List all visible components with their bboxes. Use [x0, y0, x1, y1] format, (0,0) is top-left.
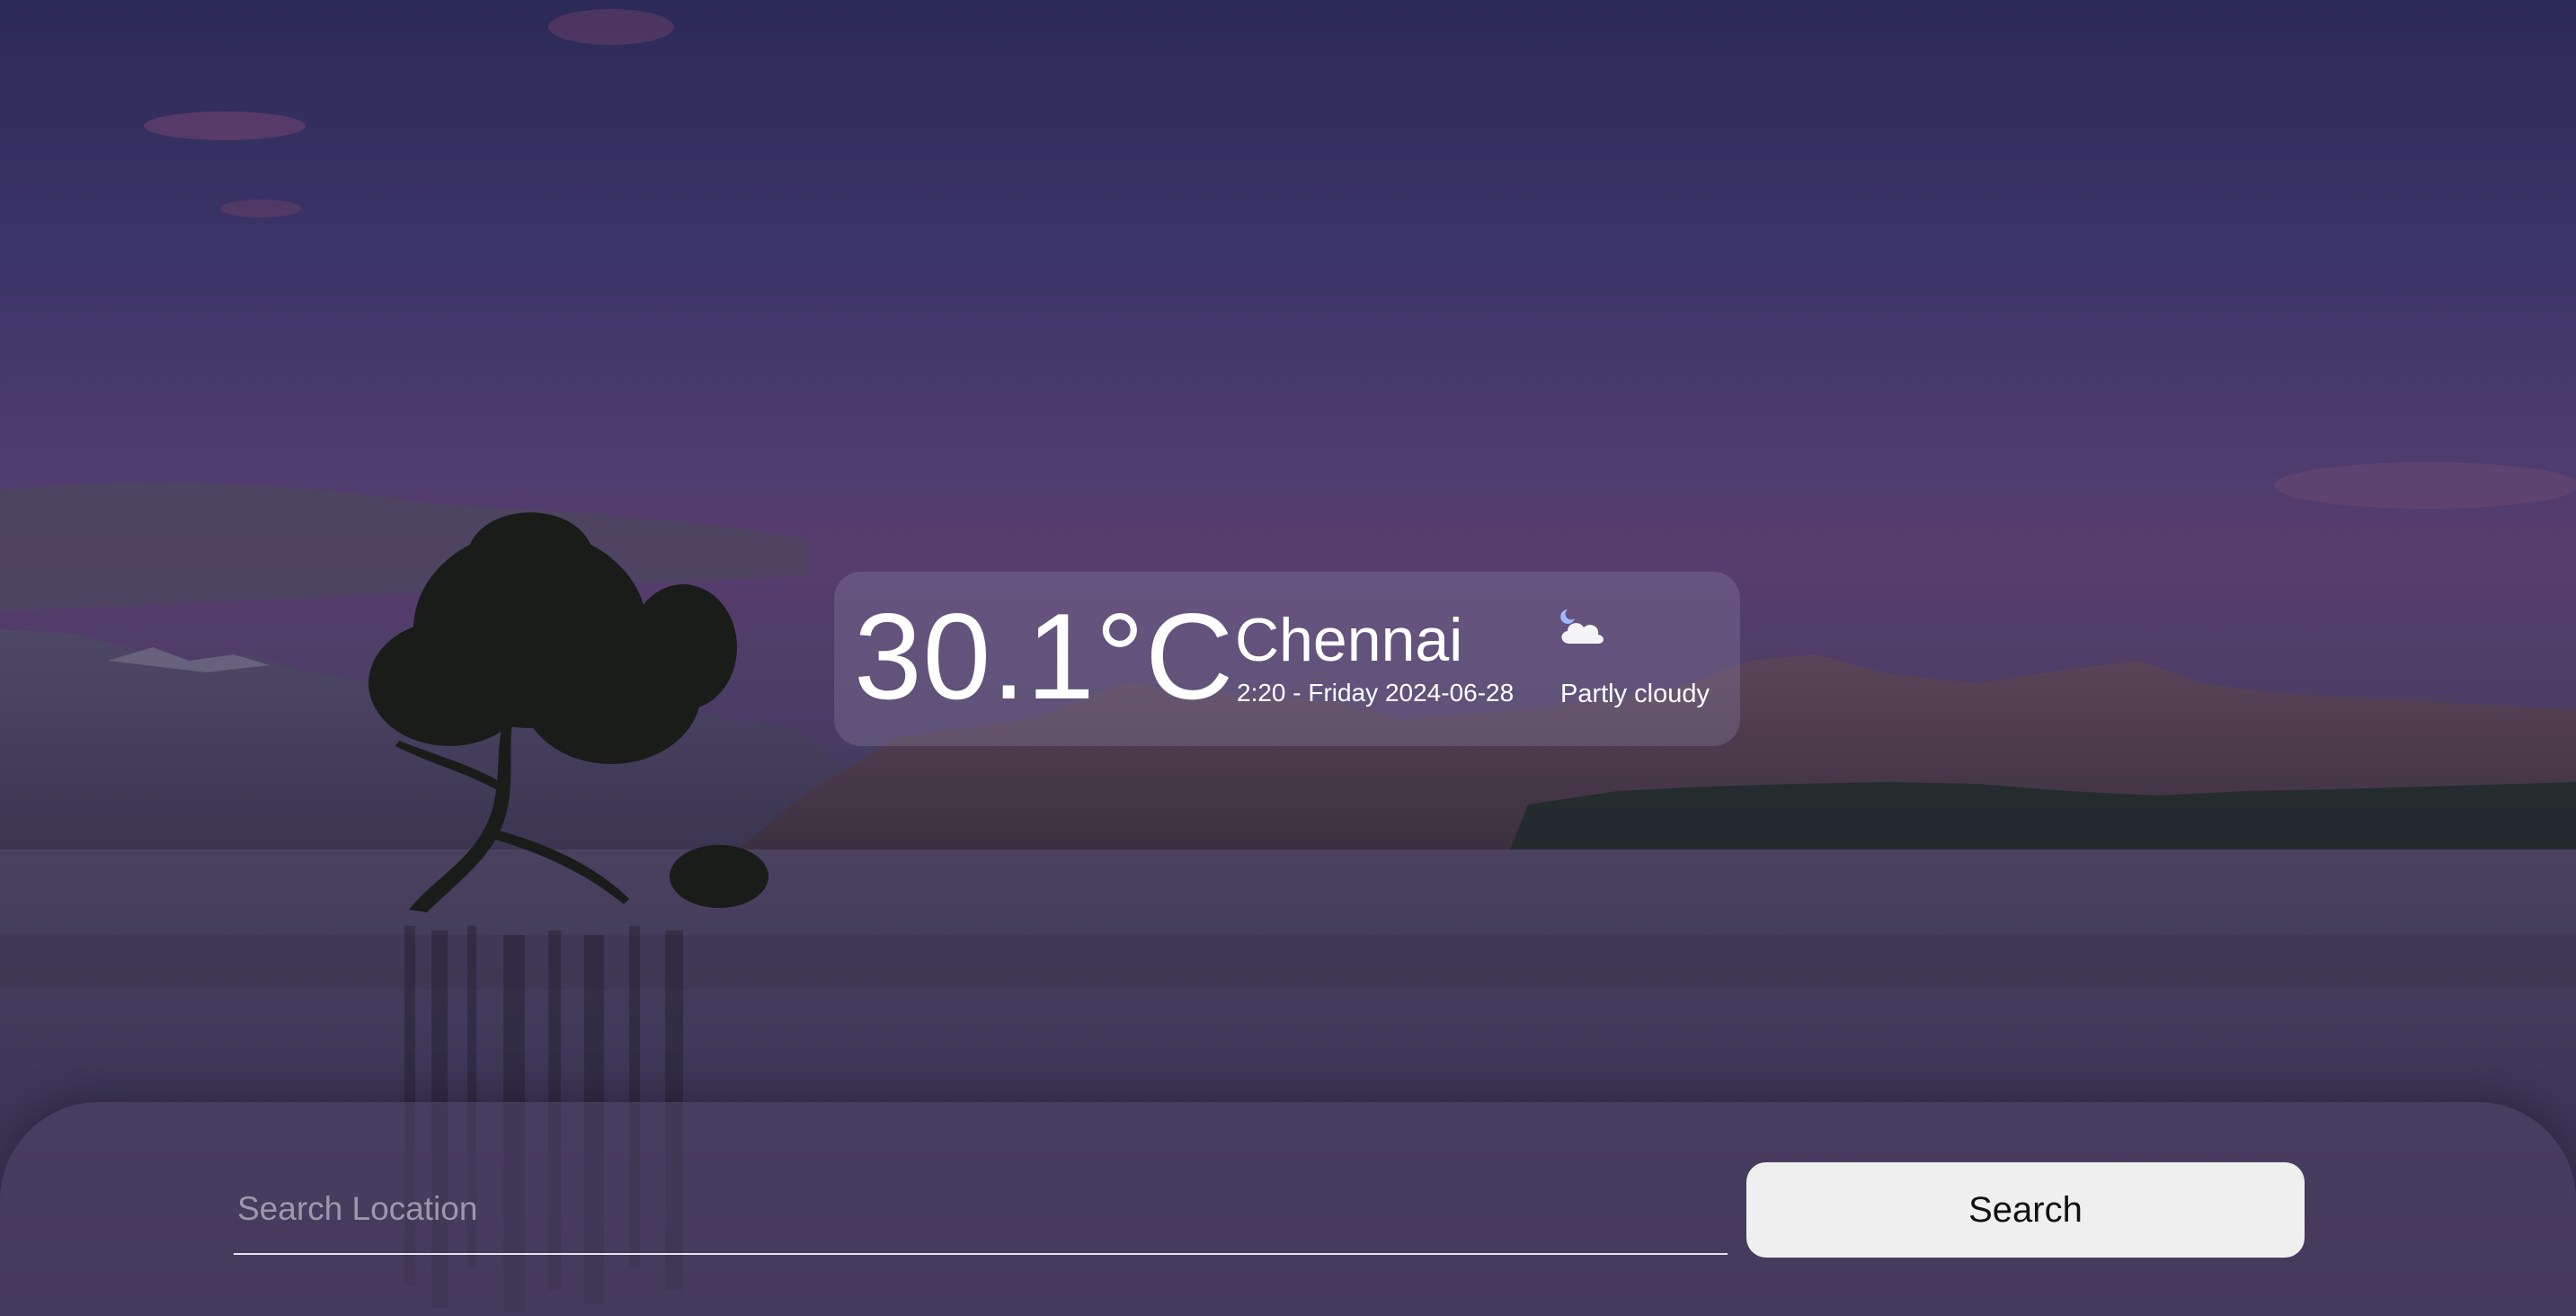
condition-text: Partly cloudy: [1560, 680, 1710, 708]
app-root: 30.1°C Chennai 2:20 - Friday 2024-06-28 …: [0, 0, 2576, 1316]
search-button[interactable]: Search: [1746, 1162, 2305, 1258]
city-name: Chennai: [1235, 606, 1463, 674]
partly-cloudy-night-icon: [1560, 609, 1603, 644]
sky-clouds: [144, 9, 2576, 509]
weather-card: 30.1°C Chennai 2:20 - Friday 2024-06-28 …: [834, 572, 1740, 746]
search-input[interactable]: [234, 1165, 1728, 1255]
treeline: [1510, 782, 2576, 854]
temperature-value: 30.1°C: [854, 588, 1235, 725]
search-panel: Search: [0, 1102, 2576, 1316]
local-datetime: 2:20 - Friday 2024-06-28: [1237, 679, 1515, 707]
